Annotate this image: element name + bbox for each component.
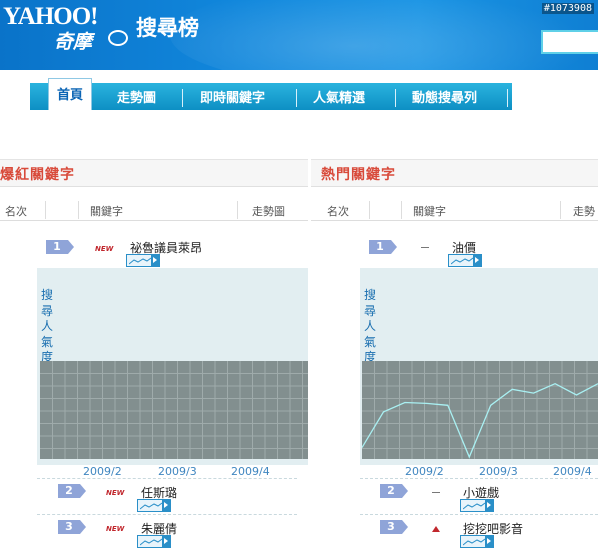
chart-plot-area — [362, 361, 598, 459]
sparkline-icon — [463, 502, 485, 510]
column-header-rank: 名次 — [327, 205, 349, 218]
rank-badge: 1 — [369, 240, 397, 254]
nav-divider — [296, 89, 297, 107]
play-icon — [473, 255, 481, 266]
panel-header: 熱門關鍵字 — [311, 159, 598, 187]
chart-y-axis-label: 搜尋人氣度 — [41, 288, 54, 364]
column-header-keyword: 關鍵字 — [413, 205, 446, 218]
image-id-label: #1073908 — [541, 3, 594, 14]
play-icon — [485, 500, 493, 511]
nav-divider — [507, 89, 508, 107]
nav-divider — [182, 89, 183, 107]
play-icon — [162, 536, 170, 547]
chart-x-label: 2009/4 — [553, 465, 592, 478]
column-divider — [45, 201, 46, 219]
chart-y-axis-label: 搜尋人氣度 — [364, 288, 377, 364]
sparkline-icon — [463, 538, 485, 546]
column-header-keyword: 關鍵字 — [90, 205, 123, 218]
row-divider — [37, 478, 297, 479]
header-rule — [311, 220, 598, 221]
chart-x-label: 2009/2 — [405, 465, 444, 478]
kimo-logo-text: 奇摩 — [54, 31, 93, 53]
column-header-trend: 走勢圖 — [252, 205, 285, 218]
rank-up-icon — [432, 526, 440, 532]
sparkline-icon — [140, 538, 162, 546]
header-decoration — [170, 0, 598, 70]
rank-badge: 3 — [380, 520, 408, 534]
row-divider — [360, 478, 598, 479]
search-input[interactable] — [541, 30, 598, 54]
hot-keywords-panel: 熱門關鍵字 名次 關鍵字 走勢 1 油價 搜尋人氣度 2009/2 2009/3… — [311, 159, 598, 549]
chart-x-label: 2009/2 — [83, 465, 122, 478]
column-divider — [369, 201, 370, 219]
row-divider — [360, 514, 598, 515]
trend-chart: 搜尋人氣度 — [37, 268, 308, 465]
new-badge: NEW — [106, 525, 125, 533]
panel-title: 熱門關鍵字 — [321, 167, 396, 183]
chart-x-label: 2009/4 — [231, 465, 270, 478]
play-icon — [485, 536, 493, 547]
column-divider — [401, 201, 402, 219]
logo-ring-icon — [108, 30, 128, 46]
trend-chart-button[interactable] — [448, 254, 482, 267]
column-divider — [560, 201, 561, 219]
sparkline-icon — [140, 502, 162, 510]
site-header: YAHOO! 奇摩 搜尋榜 #1073908 — [0, 0, 598, 70]
column-divider — [78, 201, 79, 219]
plot-background — [40, 361, 308, 459]
trend-chart-button[interactable] — [460, 535, 494, 548]
new-badge: NEW — [106, 489, 125, 497]
new-badge: NEW — [95, 245, 114, 253]
no-change-indicator — [432, 492, 440, 493]
row-divider — [37, 514, 297, 515]
trend-chart: 搜尋人氣度 — [360, 268, 598, 465]
trend-chart-button[interactable] — [126, 254, 160, 267]
rising-keywords-panel: 爆紅關鍵字 名次 關鍵字 走勢圖 1 NEW 祕魯議員萊昂 搜尋人氣度 2009… — [0, 159, 308, 549]
sparkline-icon — [451, 257, 473, 265]
chart-plot-area — [40, 361, 308, 459]
main-nav: 首頁 走勢圖 即時關鍵字 人氣精選 動態搜尋列 — [0, 70, 598, 110]
chart-x-label: 2009/3 — [158, 465, 197, 478]
tab-trend-chart[interactable]: 走勢圖 — [117, 89, 156, 109]
chart-x-label: 2009/3 — [479, 465, 518, 478]
rank-badge: 1 — [46, 240, 74, 254]
header-rule — [0, 220, 308, 221]
tab-dynamic-search-bar[interactable]: 動態搜尋列 — [412, 89, 477, 109]
tab-popular-picks[interactable]: 人氣精選 — [313, 89, 365, 109]
column-divider — [237, 201, 238, 219]
play-icon — [151, 255, 159, 266]
plot-background — [362, 361, 598, 459]
site-title[interactable]: 搜尋榜 — [136, 12, 199, 42]
column-header-rank: 名次 — [5, 205, 27, 218]
trend-chart-button[interactable] — [137, 499, 171, 512]
rank-badge: 3 — [58, 520, 86, 534]
rank-badge: 2 — [380, 484, 408, 498]
sparkline-icon — [129, 257, 151, 265]
column-header-trend: 走勢 — [573, 205, 595, 218]
panel-title: 爆紅關鍵字 — [0, 167, 75, 183]
tab-home[interactable]: 首頁 — [48, 78, 92, 110]
tab-realtime-keywords[interactable]: 即時關鍵字 — [200, 89, 265, 109]
trend-chart-button[interactable] — [137, 535, 171, 548]
nav-divider — [395, 89, 396, 107]
no-change-indicator — [421, 247, 429, 248]
panel-header: 爆紅關鍵字 — [0, 159, 308, 187]
trend-chart-button[interactable] — [460, 499, 494, 512]
rank-badge: 2 — [58, 484, 86, 498]
play-icon — [162, 500, 170, 511]
